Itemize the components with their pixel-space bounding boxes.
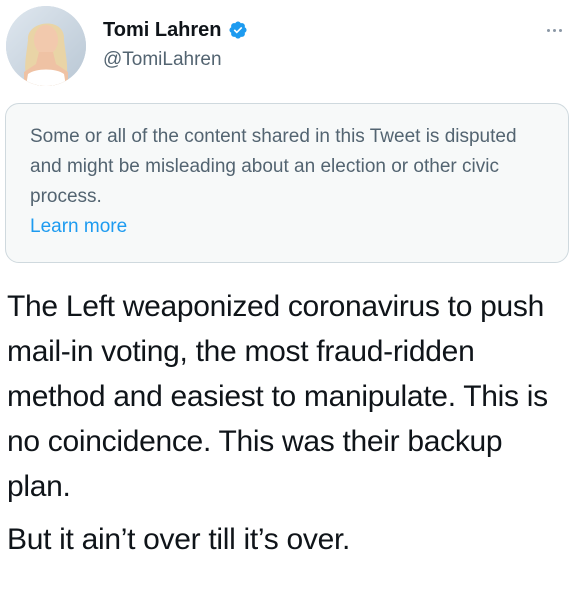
- tweet-header: Tomi Lahren @TomiLahren: [0, 0, 579, 100]
- verified-badge-icon: [228, 20, 248, 40]
- avatar[interactable]: [6, 6, 86, 86]
- author-name-row: Tomi Lahren: [103, 18, 248, 42]
- misleading-content-notice: Some or all of the content shared in thi…: [5, 103, 569, 263]
- learn-more-link[interactable]: Learn more: [30, 212, 544, 242]
- more-dot: [552, 28, 556, 32]
- author-handle[interactable]: @TomiLahren: [103, 48, 222, 72]
- more-dot: [546, 28, 550, 32]
- tweet-text: The Left weaponized coronavirus to push …: [7, 284, 573, 562]
- author-display-name[interactable]: Tomi Lahren: [103, 18, 222, 42]
- more-dot: [558, 28, 562, 32]
- notice-text: Some or all of the content shared in thi…: [30, 126, 517, 207]
- avatar-photo-icon: [6, 6, 86, 86]
- more-options-icon[interactable]: [539, 22, 569, 38]
- tweet-paragraph: But it ain’t over till it’s over.: [7, 523, 351, 556]
- tweet-paragraph: The Left weaponized coronavirus to push …: [7, 290, 548, 503]
